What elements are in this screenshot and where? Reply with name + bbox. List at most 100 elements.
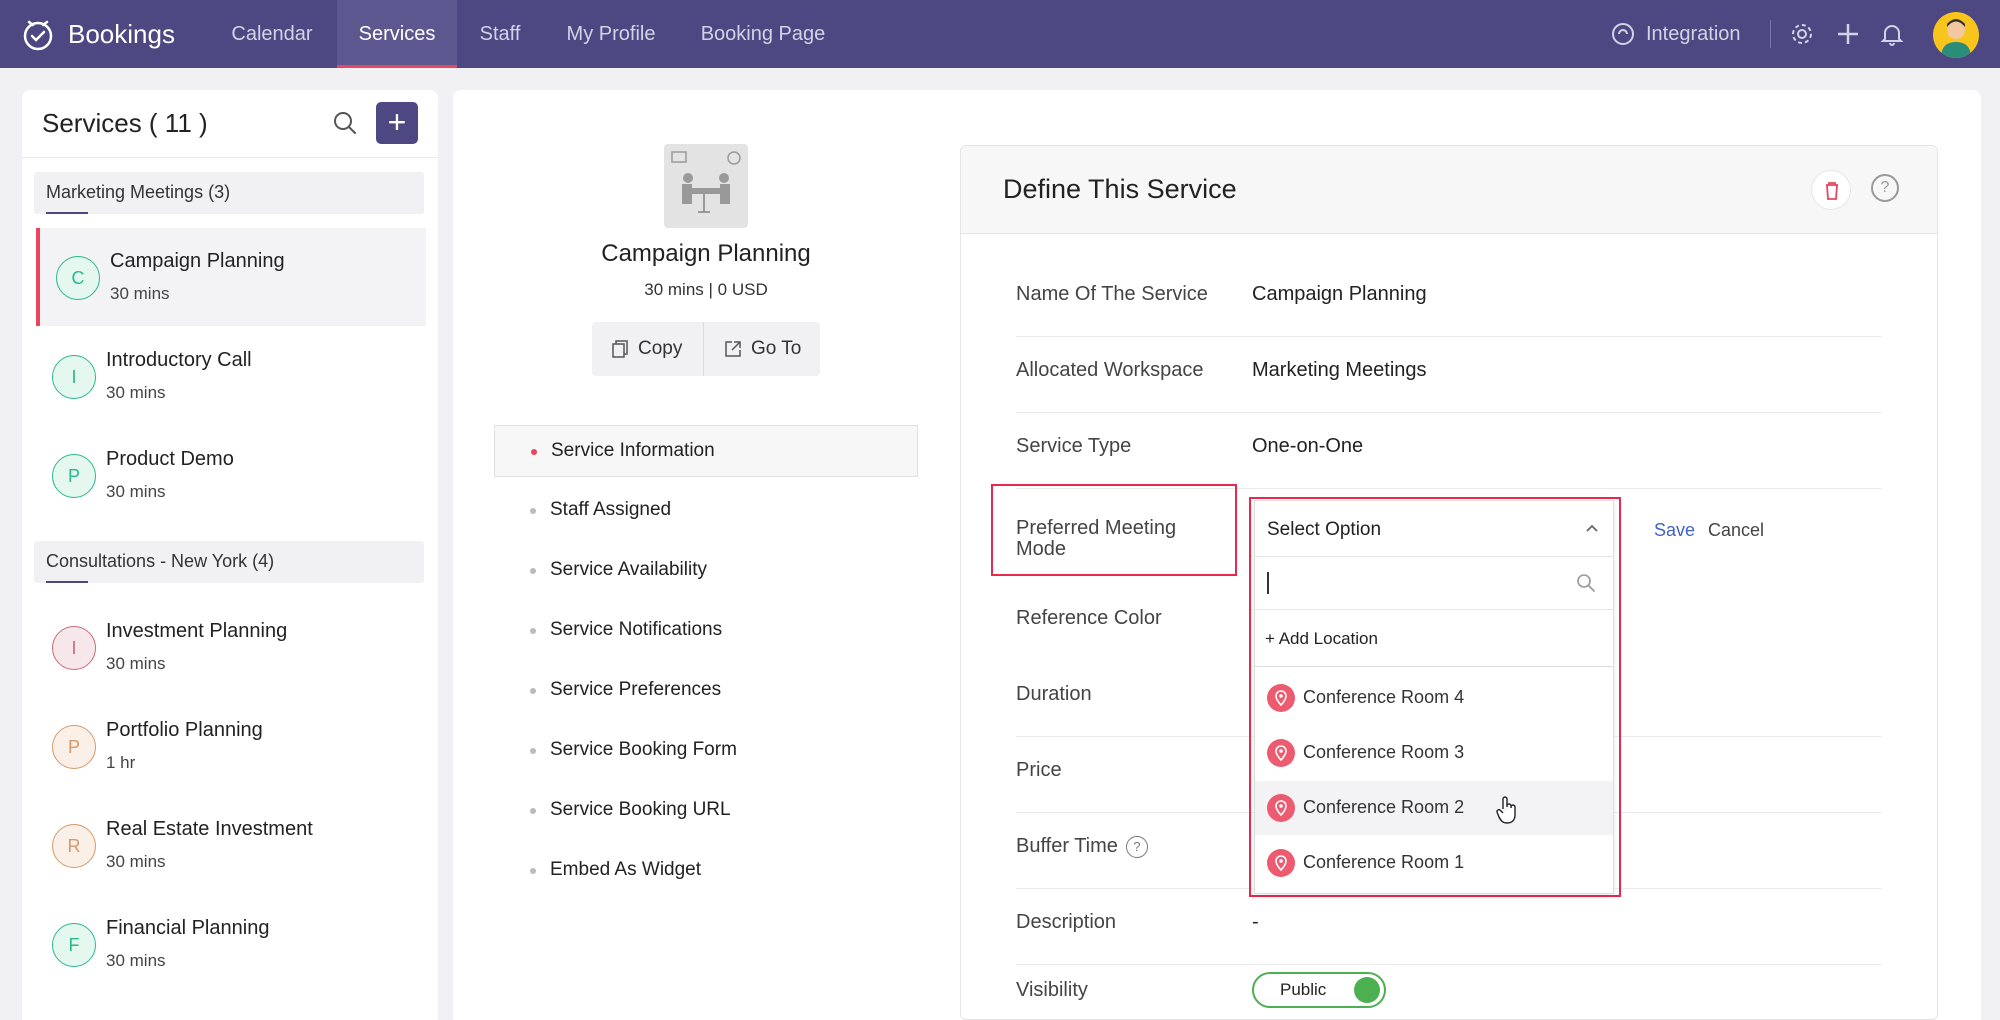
copy-button[interactable]: Copy [610,322,682,376]
group-header-consultations[interactable]: Consultations - New York (4) [34,541,424,583]
service-item-real-estate-investment[interactable]: R Real Estate Investment 30 mins [36,796,426,894]
field-row-workspace: Allocated Workspace Marketing Meetings [1016,337,1882,413]
meeting-mode-select[interactable]: Select Option [1255,501,1613,557]
menu-label: Service Availability [550,559,708,580]
service-item-portfolio-planning[interactable]: P Portfolio Planning 1 hr [36,697,426,795]
service-item-introductory-call[interactable]: I Introductory Call 30 mins [36,327,426,425]
menu-label: Service Notifications [550,619,723,640]
nav-tab-booking-page[interactable]: Booking Page [688,0,838,68]
service-name: Portfolio Planning [106,719,263,741]
service-name: Introductory Call [106,349,252,371]
option-conference-room-1[interactable]: Conference Room 1 [1255,836,1613,890]
service-item-product-demo[interactable]: P Product Demo 30 mins [36,426,426,524]
search-icon[interactable] [330,108,360,138]
menu-service-notifications[interactable]: Service Notifications [494,605,918,657]
delete-button[interactable] [1811,170,1851,210]
service-item-investment-planning[interactable]: I Investment Planning 30 mins [36,598,426,696]
group-underline [46,581,88,583]
sidebar-title: Services ( 11 ) [42,108,208,138]
menu-service-availability[interactable]: Service Availability [494,545,918,597]
field-value[interactable]: - [1252,911,1259,934]
buffer-time-label: Buffer Time [1016,835,1118,857]
preferred-meeting-mode-label: Preferred Meeting Mode [1016,517,1177,560]
service-item-campaign-planning[interactable]: C Campaign Planning 30 mins [36,228,426,326]
external-link-icon [725,341,741,357]
visibility-toggle[interactable]: Public [1252,972,1386,1008]
menu-dot [530,808,536,814]
field-label: Price [1016,759,1062,781]
define-title: Define This Service [1003,174,1237,204]
menu-service-booking-url[interactable]: Service Booking URL [494,785,918,837]
menu-dot [530,868,536,874]
menu-staff-assigned[interactable]: Staff Assigned [494,485,918,537]
menu-dot [530,568,536,574]
gear-icon[interactable] [1788,20,1816,48]
buffer-help-icon[interactable]: ? [1125,835,1148,858]
save-button[interactable]: Save [1654,520,1695,541]
option-conference-room-3[interactable]: Conference Room 3 [1255,726,1613,780]
service-duration: 30 mins [106,482,166,501]
nav-tab-services[interactable]: Services [337,0,457,68]
location-pin-icon [1267,684,1295,712]
bell-icon[interactable] [1878,20,1906,48]
menu-embed-as-widget[interactable]: Embed As Widget [494,845,918,897]
toggle-label: Public [1280,980,1327,999]
field-label: Buffer Time? [1016,835,1148,858]
nav-tab-my-profile[interactable]: My Profile [552,0,670,68]
service-avatar: F [52,923,96,967]
meeting-image-icon [671,151,741,213]
cancel-button[interactable]: Cancel [1708,520,1764,541]
field-label: Reference Color [1016,607,1162,629]
field-row-visibility: Visibility [1016,965,1882,1015]
service-duration: 30 mins [106,654,166,673]
integration-link[interactable]: Integration [1610,0,1741,68]
field-label: Allocated Workspace [1016,359,1204,381]
field-value[interactable]: Marketing Meetings [1252,359,1427,382]
service-avatar: C [56,256,100,300]
define-header: Define This Service ? [961,146,1937,234]
option-conference-room-4[interactable]: Conference Room 4 [1255,671,1613,725]
menu-label: Service Information [551,440,715,461]
menu-service-information[interactable]: Service Information [494,425,918,477]
location-pin-icon [1267,794,1295,822]
service-actions: Copy Go To [592,322,820,376]
help-icon[interactable]: ? [1871,174,1899,202]
nav-tab-staff[interactable]: Staff [463,0,537,68]
select-value: Select Option [1267,519,1382,540]
field-value[interactable]: One-on-One [1252,435,1363,458]
add-service-button[interactable]: + [376,102,418,144]
hand-cursor-icon [1496,796,1516,824]
field-value[interactable]: Campaign Planning [1252,283,1427,306]
user-avatar-icon [1941,19,1971,58]
location-pin-icon [1267,739,1295,767]
menu-service-preferences[interactable]: Service Preferences [494,665,918,717]
service-name: Financial Planning [106,917,270,939]
service-avatar: I [52,355,96,399]
brand[interactable]: Bookings [20,16,175,52]
integration-label: Integration [1646,22,1741,45]
service-name: Investment Planning [106,620,288,642]
option-label: Conference Room 2 [1303,797,1465,817]
trash-icon [1826,182,1838,200]
group-header-marketing[interactable]: Marketing Meetings (3) [34,172,424,214]
service-thumbnail[interactable] [664,144,748,228]
add-location-link[interactable]: + Add Location [1265,629,1378,649]
plus-icon[interactable] [1834,20,1862,48]
service-subtitle: 30 mins | 0 USD [644,280,768,299]
toggle-knob [1354,977,1380,1003]
menu-label: Service Booking URL [550,799,731,820]
service-duration: 30 mins [106,951,166,970]
service-item-financial-planning[interactable]: F Financial Planning 30 mins [36,895,426,993]
option-conference-room-2[interactable]: Conference Room 2 [1255,781,1613,835]
service-title: Campaign Planning [601,240,811,267]
user-avatar[interactable] [1933,12,1979,58]
nav-tab-calendar[interactable]: Calendar [212,0,332,68]
goto-button[interactable]: Go To [723,322,801,376]
group-name: Marketing Meetings (3) [46,182,231,202]
meeting-mode-dropdown: Select Option + Add Location Conference … [1254,500,1614,894]
dropdown-divider [1255,666,1613,667]
group-name: Consultations - New York (4) [46,551,275,571]
location-search-input[interactable] [1255,558,1613,610]
service-duration: 30 mins [106,383,166,402]
menu-service-booking-form[interactable]: Service Booking Form [494,725,918,777]
